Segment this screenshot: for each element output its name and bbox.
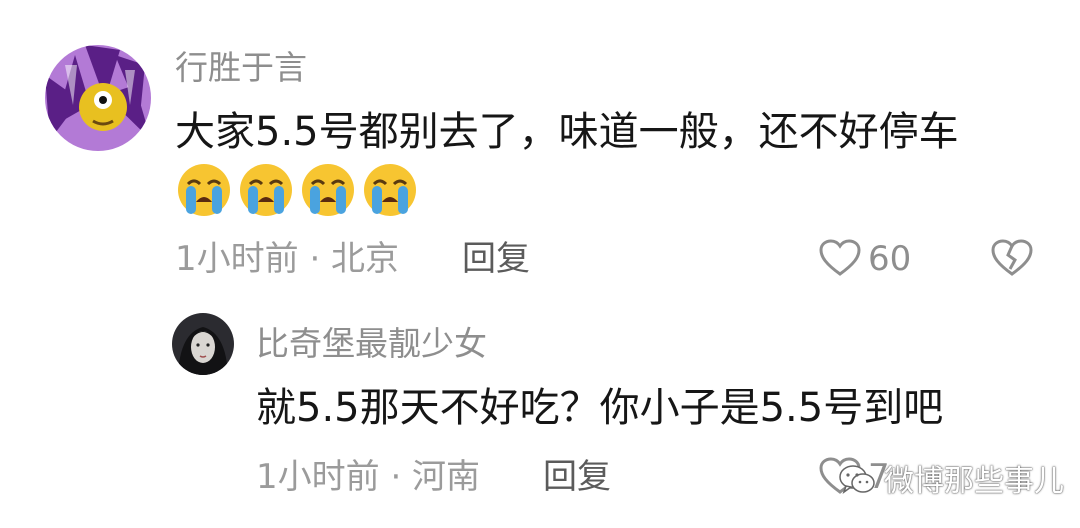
wechat-icon <box>838 464 876 500</box>
like-button[interactable] <box>818 238 862 282</box>
loudly-crying-face-icon <box>362 162 418 218</box>
comment-meta: 1小时前 · 北京 <box>175 239 400 279</box>
watermark-text: 微博那些事儿 <box>884 464 1064 499</box>
loudly-crying-face-icon <box>176 162 232 218</box>
reply-username[interactable]: 比奇堡最靓少女 <box>256 324 487 364</box>
reply-text: 就5.5那天不好吃？你小子是5.5号到吧 <box>256 385 944 431</box>
comment-text: 大家5.5号都别去了，味道一般，还不好停车 <box>175 109 959 155</box>
reply-button[interactable]: 回复 <box>462 237 530 281</box>
dislike-button[interactable] <box>990 238 1034 282</box>
reply-reply-button[interactable]: 回复 <box>543 455 611 499</box>
avatar[interactable] <box>45 45 151 151</box>
loudly-crying-face-icon <box>238 162 294 218</box>
broken-heart-icon[interactable] <box>990 239 1034 282</box>
heart-outline-icon[interactable] <box>818 239 862 282</box>
emoji-row <box>176 162 418 218</box>
comment-username[interactable]: 行胜于言 <box>175 48 307 88</box>
loudly-crying-face-icon <box>300 162 356 218</box>
reply-avatar[interactable] <box>172 313 234 375</box>
like-count: 60 <box>868 239 912 279</box>
watermark: 微博那些事儿 <box>838 464 1064 500</box>
reply-meta: 1小时前 · 河南 <box>256 457 481 497</box>
